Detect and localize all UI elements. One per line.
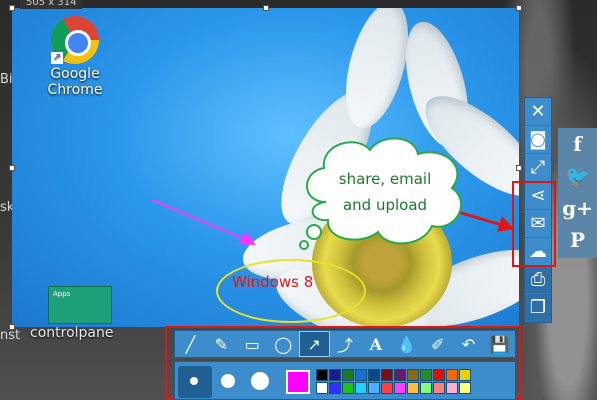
- twitter-icon: 🐦: [565, 164, 590, 188]
- palette-swatch[interactable]: [446, 382, 458, 394]
- palette-swatch[interactable]: [381, 382, 393, 394]
- palette-swatch[interactable]: [407, 382, 419, 394]
- magenta-arrow: [151, 199, 247, 241]
- print-icon: ⎙: [530, 269, 546, 290]
- tool-rectangle[interactable]: ▭: [237, 331, 268, 357]
- highlighter-icon: ✐: [431, 334, 445, 354]
- camera-icon: ◙: [529, 129, 547, 150]
- edit-toolbar: ╱ ✎ ▭ ◯ ↗ ⤴ A 💧 ✐ ↶ 💾: [174, 330, 516, 358]
- size-small[interactable]: [190, 377, 198, 385]
- rectangle-icon: ▭: [244, 334, 260, 354]
- save-icon: 💾: [489, 334, 510, 354]
- facebook-button[interactable]: f: [558, 128, 597, 160]
- palette-swatch[interactable]: [433, 369, 445, 381]
- line-icon: ╱: [185, 334, 196, 354]
- tool-save[interactable]: 💾: [484, 331, 515, 357]
- cloud-text-line2: and upload: [342, 196, 428, 214]
- brush-icon: ✎: [214, 334, 229, 354]
- palette-swatch[interactable]: [433, 382, 445, 394]
- palette-swatch[interactable]: [342, 369, 354, 381]
- pinterest-icon: P: [569, 228, 586, 252]
- close-icon: ✕: [530, 101, 546, 122]
- googleplus-button[interactable]: g+: [558, 192, 597, 224]
- palette-swatch[interactable]: [446, 369, 458, 381]
- palette-swatch[interactable]: [420, 369, 432, 381]
- tool-highlighter[interactable]: ✐: [422, 331, 453, 357]
- palette-swatch[interactable]: [342, 382, 354, 394]
- palette-swatch[interactable]: [420, 382, 432, 394]
- palette-swatch[interactable]: [316, 369, 328, 381]
- tool-ellipse[interactable]: ◯: [268, 331, 299, 357]
- twitter-button[interactable]: 🐦: [558, 160, 597, 192]
- cloud-text-line1: share, email: [338, 170, 432, 188]
- size-medium[interactable]: [221, 374, 235, 388]
- palette-swatch[interactable]: [394, 382, 406, 394]
- pinterest-button[interactable]: P: [558, 224, 597, 256]
- palette-swatch[interactable]: [329, 369, 341, 381]
- blur-icon: 💧: [396, 334, 417, 354]
- color-palette: [316, 369, 471, 394]
- share-group-highlight: [512, 181, 556, 267]
- close-button[interactable]: ✕: [525, 98, 551, 126]
- arrow-icon: ↗: [307, 334, 321, 354]
- palette-swatch[interactable]: [459, 369, 471, 381]
- palette-swatch[interactable]: [316, 382, 328, 394]
- yellow-ellipse: [216, 259, 366, 323]
- palette-swatch[interactable]: [394, 369, 406, 381]
- palette-swatch[interactable]: [459, 382, 471, 394]
- fullscreen-icon: ⤢: [530, 157, 546, 178]
- social-panel: f 🐦 g+ P: [558, 128, 597, 258]
- style-toolbar: [174, 361, 516, 400]
- cloud-text: share, email and upload: [312, 166, 458, 218]
- tool-curved-arrow[interactable]: ⤴: [330, 331, 361, 357]
- facebook-icon: f: [573, 132, 582, 156]
- palette-swatch[interactable]: [355, 369, 367, 381]
- fullscreen-button[interactable]: ⤢: [525, 154, 551, 182]
- windows8-label: Windows 8: [232, 273, 314, 291]
- tool-arrow[interactable]: ↗: [298, 331, 330, 357]
- curved-arrow-icon: ⤴: [336, 336, 353, 355]
- text-icon: A: [369, 334, 383, 354]
- undo-icon: ↶: [461, 334, 476, 354]
- palette-swatch[interactable]: [355, 382, 367, 394]
- tool-brush[interactable]: ✎: [206, 331, 237, 357]
- palette-swatch[interactable]: [368, 369, 380, 381]
- tool-undo[interactable]: ↶: [453, 331, 484, 357]
- copy-button[interactable]: ❐: [525, 294, 551, 322]
- current-color-swatch[interactable]: [286, 370, 310, 394]
- tool-line[interactable]: ╱: [175, 331, 206, 357]
- palette-swatch[interactable]: [407, 369, 419, 381]
- tool-text[interactable]: A: [360, 331, 391, 357]
- palette-swatch[interactable]: [329, 382, 341, 394]
- print-button[interactable]: ⎙: [525, 266, 551, 294]
- palette-swatch[interactable]: [368, 382, 380, 394]
- capture-button[interactable]: ◙: [525, 126, 551, 154]
- ellipse-icon: ◯: [274, 334, 293, 354]
- palette-swatch[interactable]: [381, 369, 393, 381]
- tool-blur[interactable]: 💧: [391, 331, 422, 357]
- copy-icon: ❐: [529, 297, 547, 318]
- googleplus-icon: g+: [562, 196, 593, 220]
- size-large[interactable]: [251, 372, 269, 390]
